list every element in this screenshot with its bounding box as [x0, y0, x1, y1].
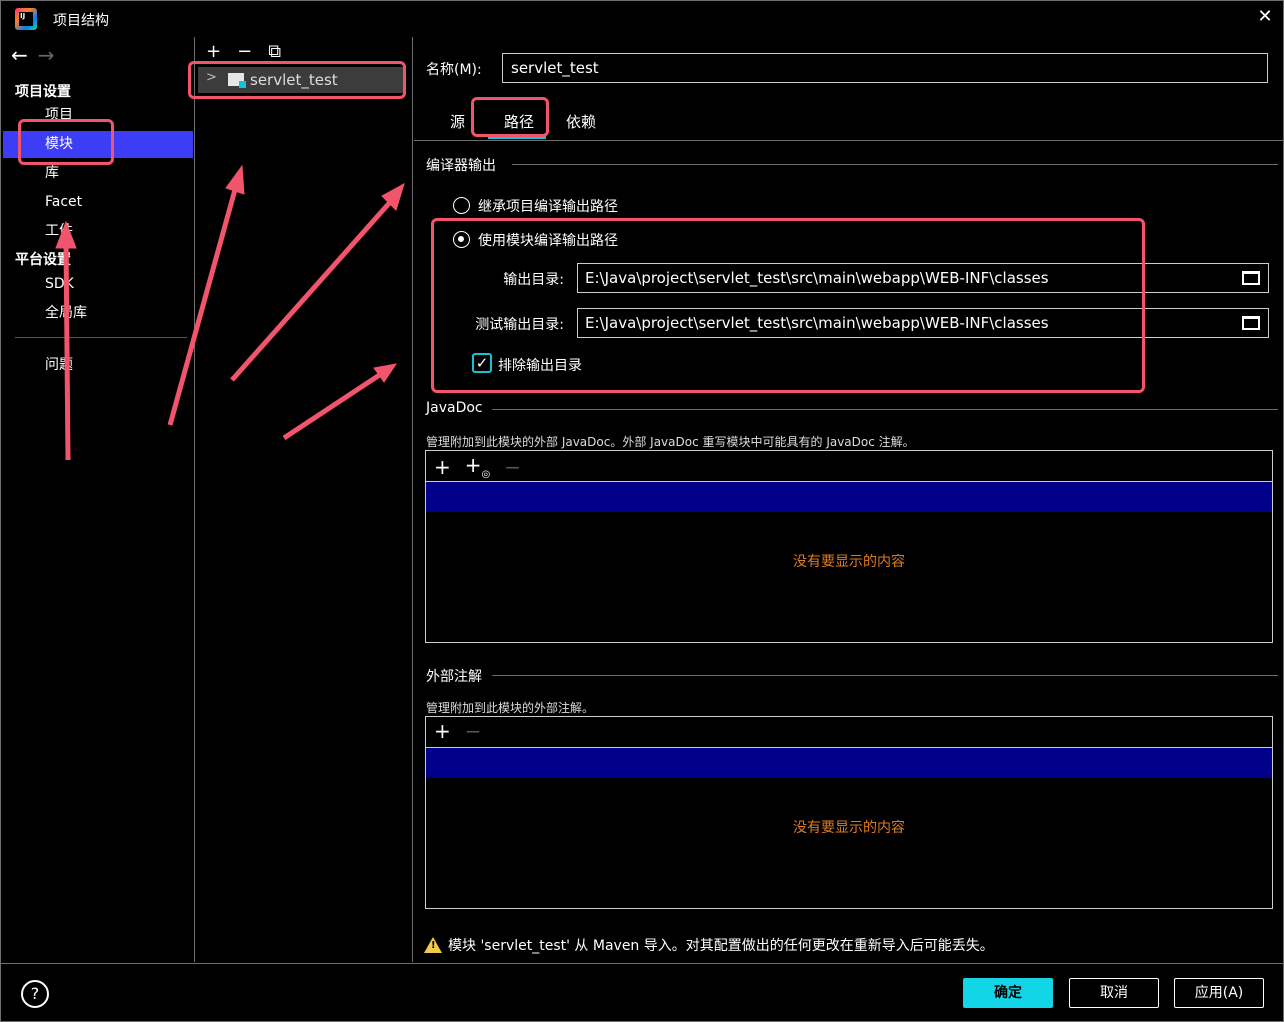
project-structure-dialog: IJ 项目结构 ✕ ← → 项目设置 项目 模块 库 Facet 工件 平台设置 … [0, 0, 1284, 1022]
warning-icon: ! [424, 937, 442, 953]
nav-divider [15, 337, 187, 338]
javadoc-empty-text: 没有要显示的内容 [793, 554, 905, 570]
annotations-empty-text: 没有要显示的内容 [793, 820, 905, 836]
list-selection-row[interactable] [426, 747, 1272, 778]
test-output-dir-label: 测试输出目录: [475, 317, 564, 333]
nav-item-artifacts[interactable]: 工件 [3, 218, 193, 245]
nav-item-global-libraries[interactable]: 全局库 [3, 300, 193, 327]
javadoc-toolbar: + +◎ − [434, 453, 521, 480]
group-separator [512, 164, 1278, 165]
tab-sources[interactable]: 源 [450, 111, 465, 132]
annotations-hint: 管理附加到此模块的外部注解。 [426, 701, 595, 715]
group-separator [492, 675, 1278, 676]
inherit-output-radio[interactable] [453, 197, 470, 214]
use-module-output-label: 使用模块编译输出路径 [478, 233, 618, 249]
nav-item-modules[interactable]: 模块 [3, 131, 193, 158]
forward-arrow-icon[interactable]: → [38, 43, 55, 67]
nav-section-project-settings: 项目设置 [15, 84, 71, 100]
test-output-dir-value: E:\Java\project\servlet_test\src\main\we… [585, 314, 1049, 332]
compiler-output-title: 编译器输出 [426, 158, 496, 174]
active-tab-indicator [488, 135, 546, 139]
inherit-output-label: 继承项目编译输出路径 [478, 199, 618, 215]
remove-icon[interactable]: − [504, 455, 521, 479]
nav-item-sdks[interactable]: SDK [3, 271, 193, 298]
remove-icon[interactable]: − [465, 719, 482, 743]
nav-item-project[interactable]: 项目 [3, 102, 193, 129]
folder-open-icon[interactable] [1242, 271, 1260, 285]
chevron-right-icon[interactable]: > [206, 70, 217, 85]
module-name-input[interactable]: servlet_test [502, 53, 1268, 83]
intellij-logo-icon: IJ [15, 8, 37, 30]
folder-open-icon[interactable] [1242, 316, 1260, 330]
group-separator [492, 409, 1278, 410]
list-selection-row[interactable] [426, 481, 1272, 512]
exclude-output-checkbox[interactable]: ✓ [472, 353, 492, 373]
output-dir-input[interactable]: E:\Java\project\servlet_test\src\main\we… [577, 263, 1269, 293]
add-url-icon[interactable]: +◎ [465, 453, 491, 480]
exclude-output-label: 排除输出目录 [498, 358, 582, 374]
remove-icon[interactable]: − [237, 41, 252, 62]
javadoc-hint: 管理附加到此模块的外部 JavaDoc。外部 JavaDoc 重写模块中可能具有… [426, 435, 915, 449]
javadoc-list[interactable]: + +◎ − 没有要显示的内容 [425, 450, 1273, 643]
annotations-list[interactable]: + − 没有要显示的内容 [425, 716, 1273, 909]
ok-button[interactable]: 确定 [963, 978, 1053, 1008]
help-button[interactable]: ? [21, 980, 49, 1008]
add-icon[interactable]: + [206, 41, 221, 62]
annotations-toolbar: + − [434, 719, 482, 743]
annotations-title: 外部注解 [426, 669, 482, 685]
module-tree-toolbar: + − ⧉ [206, 41, 281, 62]
add-icon[interactable]: + [434, 455, 451, 479]
copy-icon[interactable]: ⧉ [268, 41, 281, 62]
output-dir-value: E:\Java\project\servlet_test\src\main\we… [585, 269, 1049, 287]
name-label: 名称(M): [426, 62, 482, 78]
maven-warning-text: 模块 'servlet_test' 从 Maven 导入。对其配置做出的任何更改… [448, 938, 994, 954]
settings-nav: ← → 项目设置 项目 模块 库 Facet 工件 平台设置 SDK 全局库 问题 [3, 37, 195, 962]
module-settings-panel: 名称(M): servlet_test 源 路径 依赖 编译器输出 继承项目编译… [414, 37, 1283, 962]
back-arrow-icon[interactable]: ← [11, 43, 28, 67]
window-title: 项目结构 [53, 13, 109, 29]
module-tree-panel: + − ⧉ > servlet_test [196, 37, 413, 962]
tab-paths[interactable]: 路径 [504, 111, 534, 132]
module-folder-icon [228, 73, 246, 88]
apply-button[interactable]: 应用(A) [1174, 978, 1264, 1008]
use-module-output-radio[interactable] [453, 231, 470, 248]
javadoc-title: JavaDoc [426, 400, 483, 416]
tree-item-label: servlet_test [250, 71, 338, 89]
title-bar: IJ 项目结构 ✕ [1, 1, 1283, 37]
nav-history: ← → [11, 43, 55, 67]
cancel-button[interactable]: 取消 [1069, 978, 1159, 1008]
nav-section-platform-settings: 平台设置 [15, 252, 71, 268]
output-dir-label: 输出目录: [503, 272, 564, 288]
maven-warning: ! 模块 'servlet_test' 从 Maven 导入。对其配置做出的任何… [424, 935, 994, 955]
nav-item-problems[interactable]: 问题 [3, 352, 193, 379]
tree-item-servlet-test[interactable]: > servlet_test [198, 67, 405, 93]
close-button[interactable]: ✕ [1253, 5, 1277, 29]
dialog-footer: ? 确定 取消 应用(A) [1, 963, 1283, 1021]
test-output-dir-input[interactable]: E:\Java\project\servlet_test\src\main\we… [577, 308, 1269, 338]
nav-item-facets[interactable]: Facet [3, 189, 193, 216]
add-icon[interactable]: + [434, 719, 451, 743]
tab-dependencies[interactable]: 依赖 [566, 111, 596, 132]
module-tabs: 源 路径 依赖 [414, 101, 1283, 141]
nav-item-libraries[interactable]: 库 [3, 160, 193, 187]
